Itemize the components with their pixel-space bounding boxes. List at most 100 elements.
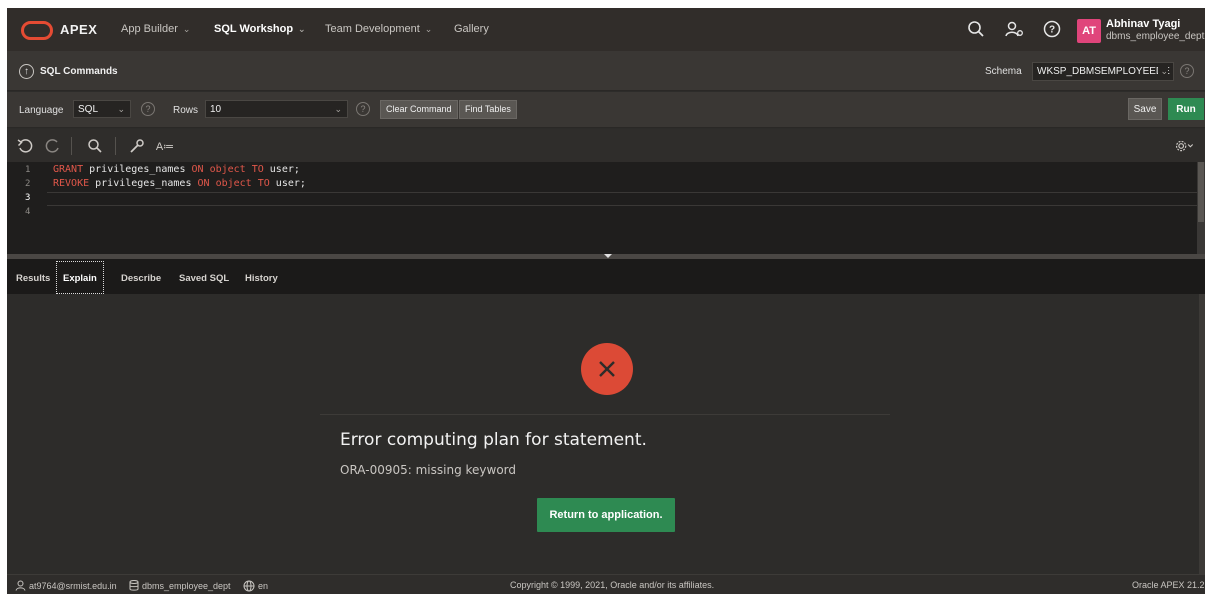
find-icon[interactable] [85, 136, 105, 156]
chevron-down-icon: ⌄ [182, 23, 191, 34]
chevron-down-icon: ⌄ [117, 104, 125, 114]
nav-label: Team Development [325, 23, 420, 35]
line-number: 2 [25, 179, 31, 189]
chevron-down-icon: ⌄ [298, 23, 306, 34]
sql-keyword: REVOKE [53, 178, 90, 189]
code-line[interactable]: GRANT privileges_names ON object TO user… [53, 164, 300, 175]
sql-commands-bar: ↑ SQL Commands Schema WKSP_DBMSEMPLOYEED… [7, 51, 1205, 91]
language-select[interactable]: SQL ⌄ [73, 100, 131, 118]
sql-keyword: object [215, 178, 252, 189]
nav-label: SQL Workshop [214, 23, 294, 35]
sql-keyword: TO [257, 178, 270, 189]
language-value: SQL [78, 104, 99, 115]
tab-saved-sql[interactable]: Saved SQL [179, 273, 229, 284]
line-gutter: 1 2 3 4 [7, 162, 47, 254]
save-button[interactable]: Save [1128, 98, 1162, 120]
chevron-down-icon: ⌄ [334, 104, 342, 114]
code-line[interactable]: REVOKE privileges_names ON object TO use… [53, 178, 306, 189]
nav-sql-workshop[interactable]: SQL Workshop ⌄ [214, 23, 306, 35]
line-number: 3 [25, 193, 31, 203]
code-editor[interactable]: 1 2 3 4 GRANT privileges_names ON object… [7, 162, 1205, 254]
arrow-up-circle-icon[interactable]: ↑ [19, 64, 34, 79]
clear-command-button[interactable]: Clear Command [380, 100, 458, 119]
settings-gear-icon[interactable] [1175, 136, 1195, 156]
line-number: 4 [25, 207, 31, 217]
user-workspace: dbms_employee_dept [1106, 31, 1205, 42]
apex-logo-text[interactable]: APEX [60, 22, 97, 37]
avatar[interactable]: AT [1077, 19, 1101, 43]
footer-copyright: Copyright © 1999, 2021, Oracle and/or it… [510, 580, 715, 590]
footer-email: at9764@srmist.edu.in [29, 580, 117, 591]
sql-token: privileges_names [83, 164, 192, 175]
format-icon[interactable]: A≔ [155, 136, 175, 156]
tab-explain[interactable]: Explain [56, 261, 104, 294]
schema-label: Schema [985, 66, 1022, 77]
nav-gallery[interactable]: Gallery [454, 23, 489, 35]
footer-language-label: en [258, 581, 269, 591]
rows-help-icon[interactable]: ? [356, 102, 370, 116]
editor-toolbar: A≔ [7, 129, 1205, 162]
nav-label: App Builder [121, 23, 178, 35]
divider [71, 137, 72, 155]
globe-icon [243, 580, 255, 592]
collapse-arrow-icon[interactable] [604, 254, 612, 258]
sql-keyword: TO [251, 164, 264, 175]
page-title: SQL Commands [40, 66, 118, 77]
apex-app: APEX App Builder ⌄ SQL Workshop ⌄ Team D… [7, 8, 1205, 594]
language-help-icon[interactable]: ? [141, 102, 155, 116]
footer-workspace-label: dbms_employee_dept [142, 580, 231, 591]
chevron-down-icon: ⌄ [1158, 66, 1168, 77]
oracle-logo-icon[interactable] [21, 21, 53, 40]
redo-icon[interactable] [43, 136, 63, 156]
sql-token: user; [263, 164, 300, 175]
wrench-icon[interactable] [127, 136, 147, 156]
sql-keyword: ON [191, 164, 204, 175]
chevron-down-icon: ⌄ [424, 23, 433, 34]
help-icon[interactable]: ? [1041, 18, 1063, 40]
svg-text:?: ? [1049, 25, 1055, 36]
language-label: Language [19, 105, 64, 116]
results-scrollbar[interactable] [1199, 294, 1205, 574]
rows-label: Rows [173, 105, 199, 116]
database-icon [129, 580, 139, 591]
tab-describe[interactable]: Describe [121, 273, 161, 284]
top-nav: APEX App Builder ⌄ SQL Workshop ⌄ Team D… [7, 8, 1205, 51]
sql-token: privileges_names [89, 178, 198, 189]
find-tables-button[interactable]: Find Tables [459, 100, 517, 119]
schema-select[interactable]: WKSP_DBMSEMPLOYEEDE ⌄ [1032, 62, 1174, 81]
sql-keyword: ON [197, 178, 210, 189]
results-tabs: Results Explain Describe Saved SQL Histo… [7, 259, 1205, 294]
user-name[interactable]: Abhinav Tyagi [1106, 18, 1180, 30]
sql-token: user; [269, 178, 306, 189]
rows-value: 10 [210, 104, 222, 115]
footer-language[interactable]: en [243, 580, 268, 592]
error-title: Error computing plan for statement. [340, 430, 647, 450]
undo-icon[interactable] [15, 136, 35, 156]
footer-workspace[interactable]: dbms_employee_dept [129, 580, 231, 591]
return-to-application-button[interactable]: Return to application. [537, 498, 675, 532]
user-icon [15, 580, 26, 591]
footer-user[interactable]: at9764@srmist.edu.in [15, 580, 117, 591]
divider [320, 414, 890, 415]
error-message: ORA-00905: missing keyword [340, 463, 517, 477]
nav-team-development[interactable]: Team Development ⌄ [325, 23, 432, 35]
line-number: 1 [25, 165, 31, 175]
command-toolbar: Language SQL ⌄ ? Rows 10 ⌄ ? Clear Comma… [7, 92, 1205, 128]
schema-value: WKSP_DBMSEMPLOYEEDE [1037, 66, 1170, 77]
user-settings-icon[interactable] [1003, 18, 1025, 40]
rows-select[interactable]: 10 ⌄ [205, 100, 348, 118]
footer-version: Oracle APEX 21.2.4 [1132, 580, 1205, 590]
nav-app-builder[interactable]: App Builder ⌄ [121, 23, 190, 35]
search-icon[interactable] [965, 18, 987, 40]
sql-keyword: object [209, 164, 246, 175]
editor-scrollbar[interactable] [1197, 162, 1205, 254]
scrollbar-thumb[interactable] [1198, 162, 1204, 222]
run-button[interactable]: Run [1168, 98, 1204, 120]
divider [115, 137, 116, 155]
tab-results[interactable]: Results [16, 273, 50, 284]
schema-help-icon[interactable]: ? [1180, 64, 1194, 78]
error-icon [581, 343, 633, 395]
footer: at9764@srmist.edu.in dbms_employee_dept … [7, 574, 1205, 594]
sql-keyword: GRANT [53, 164, 84, 175]
tab-history[interactable]: History [245, 273, 278, 284]
